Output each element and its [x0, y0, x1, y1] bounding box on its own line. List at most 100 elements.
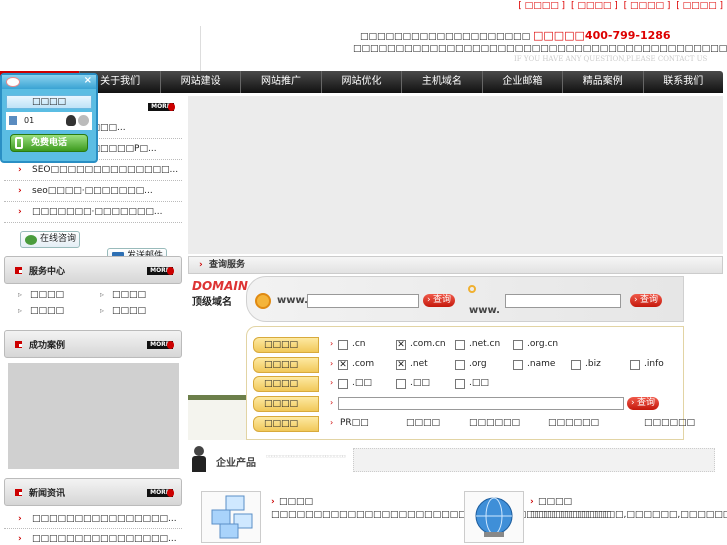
list-item[interactable]: □□□□□□□□□□□□□□□□...	[4, 509, 182, 529]
tld-checkbox[interactable]: .□□	[396, 378, 430, 389]
cases-header: 成功案例 MORE	[4, 330, 182, 358]
nav-website-build[interactable]: 网站建设	[161, 71, 242, 93]
query-input[interactable]	[338, 397, 624, 410]
more-button[interactable]: MORE	[147, 267, 174, 275]
more-button[interactable]: MORE	[148, 103, 175, 111]
query-row: □□□□ › .cn ✕ .com.cn .net.cn .org.cn	[253, 336, 681, 353]
service-center-header: 服务中心 MORE	[4, 256, 182, 284]
checkbox-icon	[571, 360, 581, 370]
product-image[interactable]	[201, 491, 261, 543]
tld-checkbox[interactable]: .name	[513, 359, 555, 370]
tld-label: .com.cn	[410, 339, 446, 349]
free-call-button[interactable]: 免费电话	[10, 134, 88, 152]
checkbox-icon	[455, 340, 465, 350]
query-button-2[interactable]: 查询	[630, 294, 662, 307]
nav-promotion[interactable]: 网站推广	[241, 71, 322, 93]
chat-icon	[25, 235, 37, 245]
banner-area	[188, 96, 723, 254]
qq-contact-id: 01	[24, 116, 35, 125]
hotline-number: 400-799-1286	[584, 29, 671, 42]
qq-contact-row[interactable]: 01	[6, 112, 92, 130]
main-nav: 关于我们 网站建设 网站推广 网站优化 主机域名 企业邮箱 精品案例 联系我们	[0, 71, 723, 93]
tool-link[interactable]: □□□□□□	[469, 418, 520, 428]
tld-checkbox[interactable]: .net.cn	[455, 339, 500, 350]
nav-cases[interactable]: 精品案例	[563, 71, 644, 93]
products-strip	[353, 448, 715, 472]
domain-logo-line2: 顶级域名	[192, 297, 232, 308]
row-label: □□□□	[253, 357, 319, 373]
more-button[interactable]: MORE	[147, 341, 174, 349]
top-link[interactable]: [ □□□□ ]	[518, 1, 565, 11]
top-link[interactable]: [ □□□□ ]	[676, 1, 723, 11]
row-label: □□□□	[253, 376, 319, 392]
domain-search-bar: www. 查询 www. 查询	[246, 276, 684, 322]
query-row: □□□□ › ✕ .com ✕ .net .org .name .biz .info	[253, 356, 681, 373]
mascot-icon	[190, 444, 208, 474]
tool-link[interactable]: □□□□□□	[548, 418, 599, 428]
domain-input[interactable]	[307, 294, 419, 308]
case-image[interactable]	[8, 363, 179, 469]
product-image[interactable]	[464, 491, 524, 543]
service-item[interactable]: □□□□	[18, 306, 100, 316]
top-link[interactable]: [ □□□□ ]	[624, 1, 671, 11]
tld-checkbox[interactable]: .org.cn	[513, 339, 559, 350]
service-item[interactable]: □□□□	[100, 290, 182, 300]
list-item[interactable]: seo□□□□·□□□□□□□...	[4, 181, 182, 202]
www-prefix: www.	[469, 305, 500, 316]
query-button[interactable]: 查询	[423, 294, 455, 307]
query-button-3[interactable]: 查询	[627, 397, 659, 410]
tld-checkbox[interactable]: .□□	[338, 378, 372, 389]
product-card: □□□□ □□□□□□□□□□□□□□□□□□□□□□□□□□□□□□□□□□□…	[271, 497, 612, 522]
list-item[interactable]: □□□□□□□□□□□□□□□□...	[4, 529, 182, 545]
hotline: □□□□□□□□□□□□□□□□□□□□ □□□□□400-799-1286	[360, 29, 671, 42]
nav-enterprise-mail[interactable]: 企业邮箱	[483, 71, 564, 93]
nav-hosting-domain[interactable]: 主机域名	[402, 71, 483, 93]
tld-label: .org.cn	[527, 339, 559, 349]
tld-label: .biz	[585, 359, 601, 369]
service-item[interactable]: □□□□	[18, 290, 100, 300]
free-call-label: 免费电话	[30, 138, 67, 148]
arrow-icon: ›	[330, 398, 334, 407]
service-item[interactable]: □□□□	[100, 306, 182, 316]
qq-panel-header: ×	[2, 75, 96, 89]
top-link[interactable]: [ □□□□ ]	[571, 1, 618, 11]
news-section: 新闻资讯 MORE □□□□□□□□□□□□□□□□... □□□□□□□□□□…	[4, 478, 182, 545]
close-icon[interactable]: ×	[84, 75, 92, 86]
tool-link[interactable]: □□□□	[406, 418, 440, 428]
hotline-text: □□□□□□□□□□□□□□□□□□□□	[360, 32, 531, 42]
more-button[interactable]: MORE	[147, 489, 174, 497]
list-item[interactable]: □□□□□□□·□□□□□□□...	[4, 202, 182, 223]
tld-checkbox[interactable]: .info	[630, 359, 664, 370]
tld-checkbox[interactable]: .cn	[338, 339, 366, 350]
slogan: □□□□□□□□□□□□□□□□□□□□□□□□□□□□□□□□□□□□□□□□…	[353, 44, 727, 54]
tld-checkbox[interactable]: .□□	[455, 378, 489, 389]
domain-input-2[interactable]	[505, 294, 621, 308]
decor-panel	[188, 400, 246, 440]
product-title[interactable]: □□□□	[271, 497, 449, 507]
online-consult-button[interactable]: 在线咨询	[20, 231, 80, 248]
news-header: 新闻资讯 MORE	[4, 478, 182, 506]
query-row: □□□□ › PR□□ □□□□ □□□□□□ □□□□□□ □□□□□□	[253, 415, 695, 432]
product-desc: □□□□□□□□□□□□□□□□□□□□□□□□□□□□□□□□□□□□□□□□	[271, 510, 612, 520]
nav-optimization[interactable]: 网站优化	[322, 71, 403, 93]
qq-float-panel: × □□□□ 01 免费电话	[0, 73, 98, 163]
query-service-header: 查询服务	[188, 256, 723, 274]
nav-contact[interactable]: 联系我们	[644, 71, 723, 93]
arrow-icon: ›	[330, 359, 334, 368]
tld-checkbox[interactable]: .org	[455, 359, 487, 370]
tld-checkbox[interactable]: ✕ .com.cn	[396, 339, 446, 350]
tool-link[interactable]: PR□□	[340, 418, 369, 428]
tool-link[interactable]: □□□□□□	[644, 418, 695, 428]
tld-checkbox[interactable]: ✕ .net	[396, 359, 428, 370]
checkbox-icon	[338, 340, 348, 350]
section-title: 服务中心	[29, 267, 66, 277]
www-prefix: www.	[277, 295, 308, 306]
qq-panel-label: □□□□	[6, 95, 92, 109]
list-item[interactable]: SEO□□□□□□□□□□□□□□...	[4, 160, 182, 181]
checkbox-icon	[513, 360, 523, 370]
tld-label: .□□	[410, 378, 430, 388]
top-links: [ □□□□ ] [ □□□□ ] [ □□□□ ] [ □□□□ ]	[515, 1, 723, 11]
product-title[interactable]: □□□□	[530, 497, 715, 507]
tld-checkbox[interactable]: ✕ .com	[338, 359, 374, 370]
tld-checkbox[interactable]: .biz	[571, 359, 601, 370]
